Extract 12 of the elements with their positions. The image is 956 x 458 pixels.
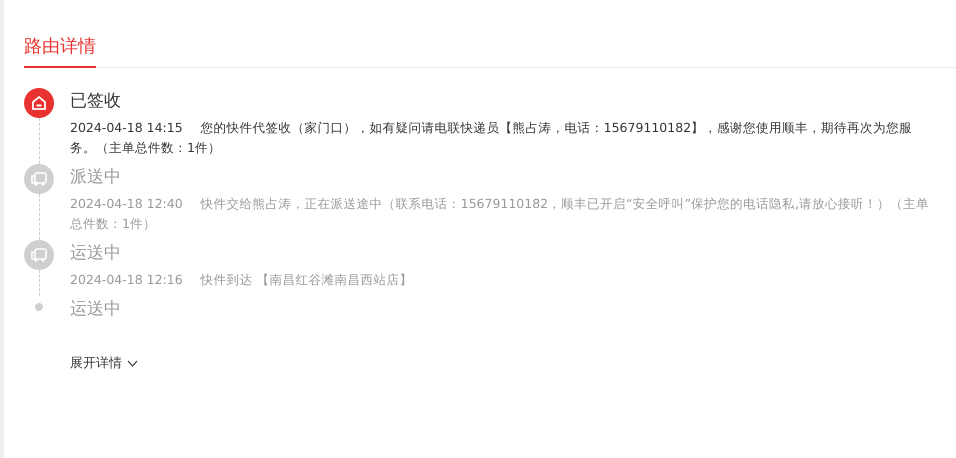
expand-link[interactable]: 展开详情: [70, 354, 138, 372]
status-title: 已签收: [70, 90, 122, 113]
timeline-dot: [35, 303, 43, 311]
status-title: 派送中: [70, 166, 122, 189]
house-icon: [24, 88, 54, 118]
status-title: 运送中: [70, 298, 122, 321]
event-detail: 2024-04-18 14:15 您的快件代签收（家门口），如有疑问请电联快递员【熊占涛，电话：15679110182】，感谢您使用顺丰，期待再次为您服务。（主单总件数：1件）: [70, 119, 914, 157]
event-detail: 2024-04-18 12:40 快件交给熊占涛，正在派送途中（联系电话：15679110182，顺丰已开启“安全呼叫”保护您的电话隐私,请放心接听！）（主单总件数：1件）: [70, 195, 930, 233]
chevron-icon: [127, 360, 138, 366]
tab[interactable]: 路由详情: [24, 30, 96, 68]
event-detail: 2024-04-18 12:16 快件到达 【南昌红谷滩南昌西站店】: [70, 271, 414, 289]
status-title: 运送中: [70, 242, 122, 265]
